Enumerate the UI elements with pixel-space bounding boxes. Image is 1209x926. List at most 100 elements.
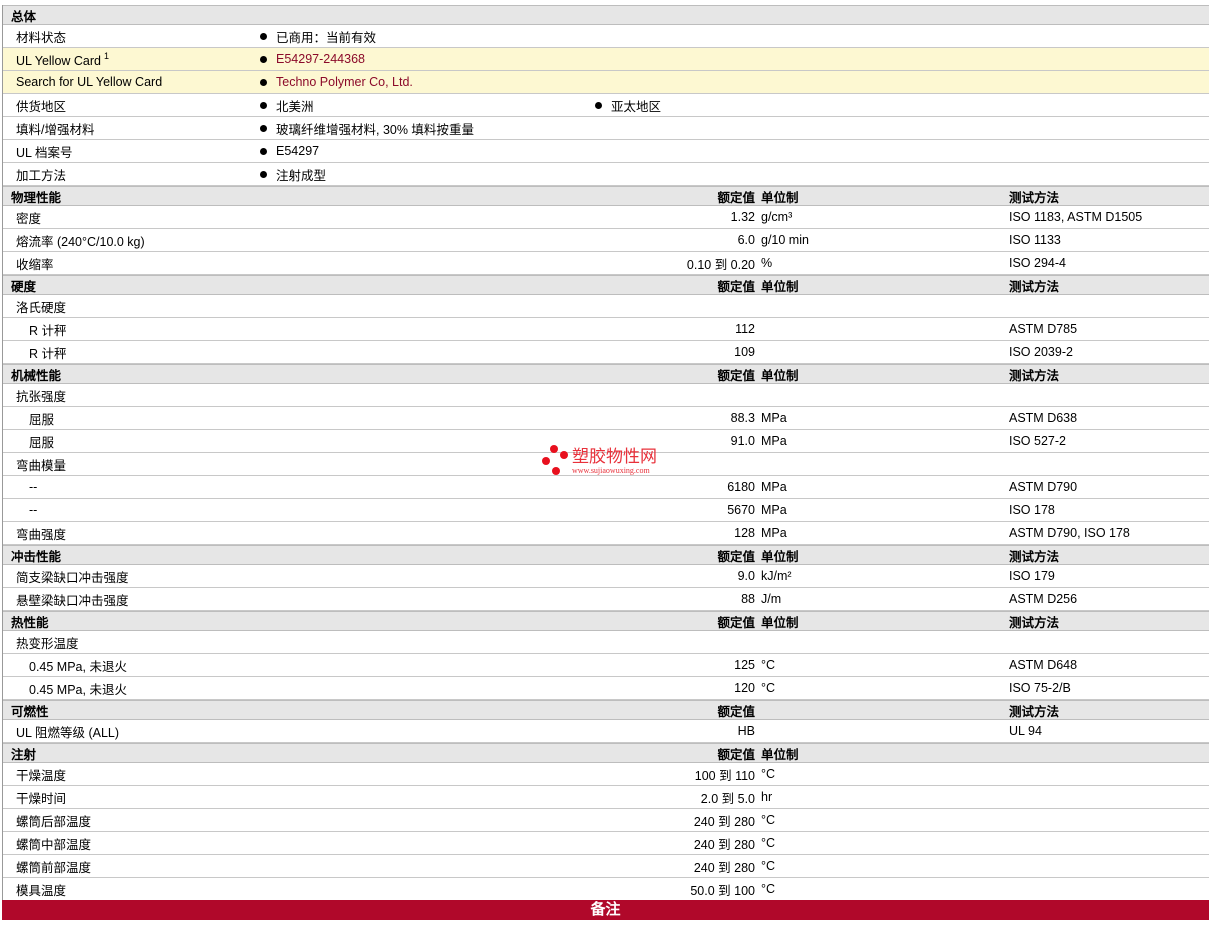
property-value: 亚太地区	[611, 99, 662, 114]
property-name: 密度	[16, 211, 42, 226]
property-unit: MPa	[761, 503, 787, 517]
value-link[interactable]: E54297-244368	[276, 52, 365, 66]
property-value-item: E54297-244368	[256, 52, 591, 66]
general-row: 材料状态 已商用：当前有效	[3, 25, 1209, 48]
property-unit: MPa	[761, 411, 787, 425]
bullet-icon	[595, 101, 602, 109]
property-unit: °C	[761, 882, 776, 896]
column-header-unit: 单位制	[761, 615, 799, 630]
test-method: ISO 1133	[1009, 233, 1061, 247]
property-name: 收缩率	[16, 257, 54, 272]
property-unit: kJ/m²	[761, 569, 792, 583]
column-header-unit: 单位制	[761, 279, 799, 294]
footnote-marker: 1	[104, 50, 110, 61]
column-header-value: 额定值	[717, 549, 755, 564]
property-label: 材料状态	[16, 30, 67, 45]
section-header: 热性能 额定值 单位制 测试方法	[3, 611, 1209, 631]
property-name: 0.45 MPa, 未退火	[29, 659, 127, 674]
property-value: 玻璃纤维增强材料, 30% 填料按重量	[276, 122, 474, 137]
property-value: 240 到 280	[693, 837, 755, 852]
bullet-icon	[260, 147, 267, 155]
table-row: 抗张强度	[3, 384, 1209, 407]
property-value: 88.3	[730, 411, 755, 425]
property-name: Search for UL Yellow Card	[3, 75, 256, 89]
column-header-method: 测试方法	[1009, 190, 1060, 205]
bullet-icon	[260, 101, 267, 109]
property-unit: MPa	[761, 526, 787, 540]
property-name: 抗张强度	[16, 389, 67, 404]
property-name: 加工方法	[3, 165, 256, 184]
test-method: ISO 179	[1009, 569, 1055, 583]
bullet-icon	[260, 32, 267, 40]
watermark-logo-icon	[542, 445, 572, 477]
table-row: 悬壁梁缺口冲击强度 88 J/m ASTM D256	[3, 588, 1209, 611]
property-value: 50.0 到 100	[690, 883, 755, 898]
property-value: 已商用：当前有效	[276, 30, 377, 45]
property-value: 125	[734, 658, 755, 672]
property-name: UL 档案号	[3, 142, 256, 161]
table-row: 螺筒前部温度 240 到 280 °C	[3, 855, 1209, 878]
table-row: UL 阻燃等级 (ALL) HB UL 94	[3, 720, 1209, 743]
column-header-unit: 单位制	[761, 190, 799, 205]
property-unit: hr	[761, 790, 773, 804]
section-header: 机械性能 额定值 单位制 测试方法	[3, 364, 1209, 384]
property-label: 加工方法	[16, 168, 67, 183]
bullet-icon	[260, 170, 267, 178]
test-method: ASTM D638	[1009, 411, 1078, 425]
property-name: 热变形温度	[16, 636, 79, 651]
property-value: 注射成型	[276, 168, 327, 183]
general-row: 供货地区 北美洲 亚太地区	[3, 94, 1209, 117]
table-row: 弯曲强度 128 MPa ASTM D790, ISO 178	[3, 522, 1209, 545]
property-unit: °C	[761, 767, 776, 781]
property-unit: MPa	[761, 480, 787, 494]
property-value: 128	[734, 526, 755, 540]
property-value: 109	[734, 345, 755, 359]
property-name: 供货地区	[3, 96, 256, 115]
property-value: 112	[735, 322, 755, 336]
test-method: ASTM D648	[1009, 658, 1078, 672]
property-value-item: E54297	[256, 144, 591, 158]
property-name: 洛氏硬度	[16, 300, 67, 315]
property-value: 2.0 到 5.0	[700, 791, 755, 806]
table-row: 密度 1.32 g/cm³ ISO 1183, ASTM D1505	[3, 206, 1209, 229]
property-name: 熔流率 (240°C/10.0 kg)	[16, 234, 145, 249]
table-row: 干燥时间 2.0 到 5.0 hr	[3, 786, 1209, 809]
test-method: ISO 294-4	[1009, 256, 1066, 270]
property-unit: °C	[761, 813, 776, 827]
section-header: 冲击性能 额定值 单位制 测试方法	[3, 545, 1209, 565]
property-value: HB	[737, 724, 755, 738]
property-name: 螺筒后部温度	[16, 814, 92, 829]
property-value: 88	[741, 592, 755, 606]
property-name: 弯曲模量	[16, 458, 67, 473]
table-row: 屈服 88.3 MPa ASTM D638	[3, 407, 1209, 430]
property-value-item: 北美洲	[256, 96, 591, 115]
table-row: 模具温度 50.0 到 100 °C	[3, 878, 1209, 901]
property-value: 5670	[727, 503, 755, 517]
general-row: UL 档案号 E54297	[3, 140, 1209, 163]
section-header: 物理性能 额定值 单位制 测试方法	[3, 186, 1209, 206]
property-unit: J/m	[761, 592, 782, 606]
section-header-general: 总体	[3, 5, 1209, 25]
property-name: UL 阻燃等级 (ALL)	[16, 725, 120, 740]
property-name: 屈服	[29, 412, 55, 427]
table-row: -- 6180 MPa ASTM D790	[3, 476, 1209, 499]
property-unit: g/cm³	[761, 210, 793, 224]
bullet-icon	[260, 78, 267, 86]
property-value: 6180	[727, 480, 755, 494]
property-label: Search for UL Yellow Card	[16, 75, 163, 89]
test-method: ISO 1183, ASTM D1505	[1009, 210, 1143, 224]
property-name: --	[29, 503, 38, 517]
property-value: 240 到 280	[693, 860, 755, 875]
property-value: E54297	[276, 144, 320, 158]
property-name: 干燥温度	[16, 768, 67, 783]
table-row: 热变形温度	[3, 631, 1209, 654]
property-unit: °C	[761, 681, 776, 695]
property-name: R 计秤	[29, 346, 67, 361]
property-unit: g/10 min	[761, 233, 809, 247]
property-value: 0.10 到 0.20	[686, 257, 755, 272]
section-header: 注射 额定值 单位制	[3, 743, 1209, 763]
property-name: 0.45 MPa, 未退火	[29, 682, 127, 697]
value-link[interactable]: Techno Polymer Co, Ltd.	[276, 75, 413, 89]
section-title: 总体	[11, 9, 37, 24]
table-row: 熔流率 (240°C/10.0 kg) 6.0 g/10 min ISO 1133	[3, 229, 1209, 252]
